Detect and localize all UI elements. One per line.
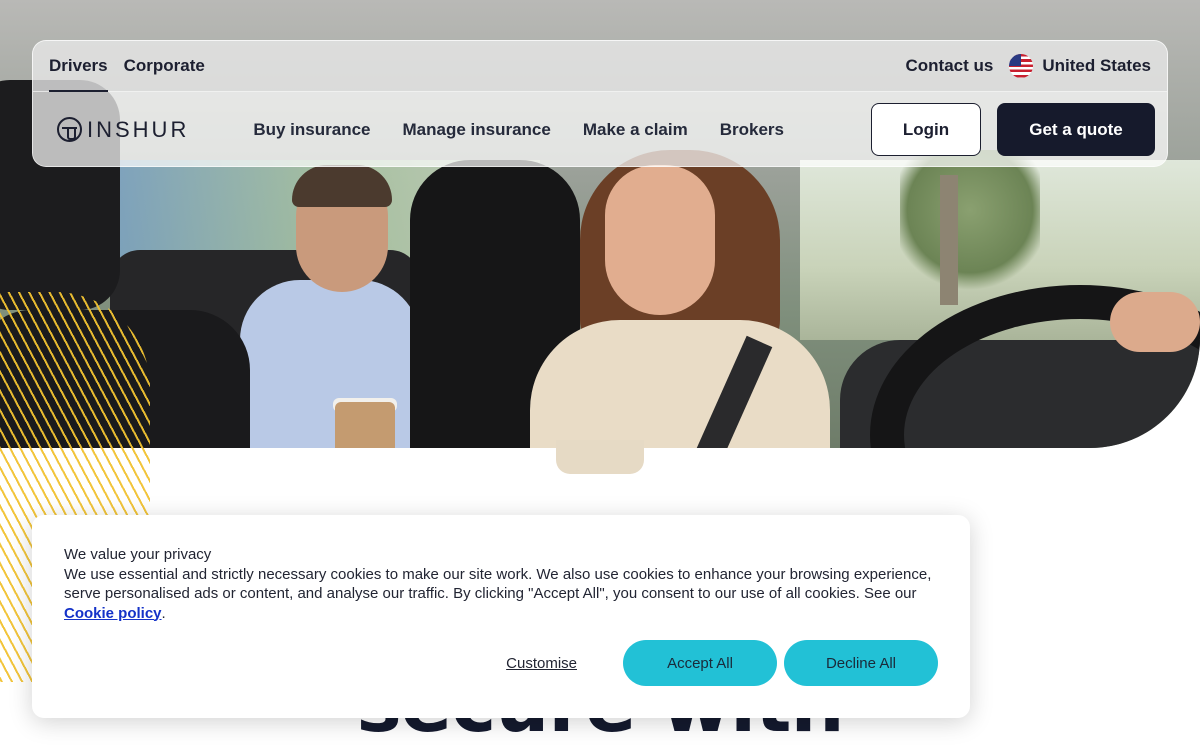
- cookie-banner: We value your privacy We use essential a…: [32, 515, 970, 718]
- login-button[interactable]: Login: [871, 103, 981, 156]
- cookie-actions: Customise Accept All Decline All: [32, 640, 938, 686]
- customise-button[interactable]: Customise: [506, 655, 577, 672]
- menu-brokers[interactable]: Brokers: [720, 120, 784, 140]
- segment-corporate[interactable]: Corporate: [124, 41, 205, 92]
- menu-buy-insurance[interactable]: Buy insurance: [253, 120, 370, 140]
- cookie-body: We use essential and strictly necessary …: [64, 565, 938, 624]
- audience-bar: Drivers Corporate Contact us United Stat…: [33, 41, 1167, 92]
- menu-make-a-claim[interactable]: Make a claim: [583, 120, 688, 140]
- get-a-quote-button[interactable]: Get a quote: [997, 103, 1155, 156]
- steering-wheel-logo-icon: [57, 117, 82, 142]
- menu-manage-insurance[interactable]: Manage insurance: [403, 120, 551, 140]
- main-nav: INSHUR Buy insurance Manage insurance Ma…: [33, 92, 1167, 166]
- accept-all-button[interactable]: Accept All: [623, 640, 777, 686]
- cookie-title: We value your privacy: [64, 546, 212, 563]
- contact-us-link[interactable]: Contact us: [906, 56, 994, 76]
- logo-text: INSHUR: [87, 116, 190, 142]
- site-header: Drivers Corporate Contact us United Stat…: [32, 40, 1168, 167]
- segment-drivers[interactable]: Drivers: [49, 41, 108, 92]
- decline-all-button[interactable]: Decline All: [784, 640, 938, 686]
- cookie-body-trailing: .: [161, 604, 166, 622]
- hero-notch: [556, 440, 644, 474]
- us-flag-icon[interactable]: [1009, 54, 1034, 78]
- logo[interactable]: INSHUR: [57, 117, 189, 143]
- cookie-body-text: We use essential and strictly necessary …: [64, 565, 932, 603]
- country-selector[interactable]: United States: [1042, 56, 1151, 76]
- primary-menu: Buy insurance Manage insurance Make a cl…: [253, 120, 871, 140]
- cookie-policy-link[interactable]: Cookie policy: [64, 605, 162, 622]
